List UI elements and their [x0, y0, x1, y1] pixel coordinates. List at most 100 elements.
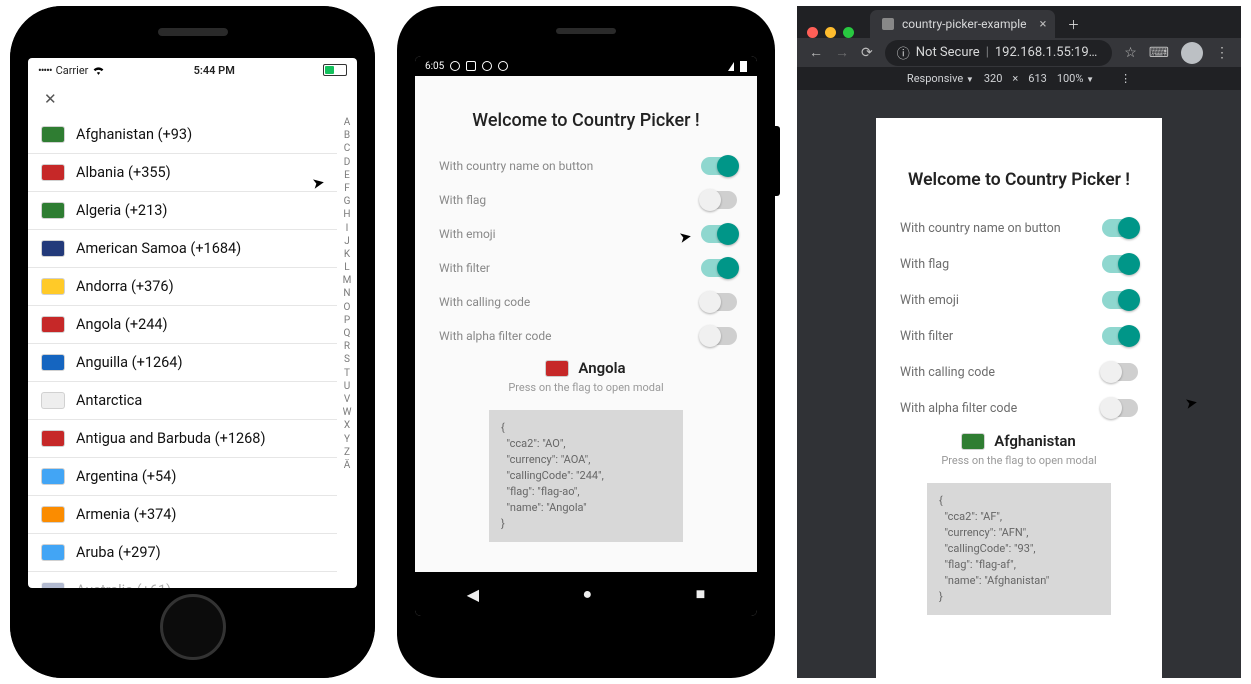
- window-close-icon[interactable]: [807, 27, 818, 38]
- carrier-label: ••••• Carrier: [38, 64, 105, 77]
- alpha-letter[interactable]: V: [344, 395, 350, 405]
- browser-tab-strip: country-picker-example × ＋: [797, 6, 1241, 38]
- nav-forward-icon: →: [835, 44, 849, 61]
- country-row[interactable]: Angola (+244): [28, 306, 337, 344]
- alpha-letter[interactable]: E: [344, 171, 350, 181]
- alpha-letter[interactable]: Y: [344, 435, 350, 445]
- close-button[interactable]: ✕: [28, 82, 357, 116]
- option-row: With filter: [437, 251, 739, 285]
- page-title: Welcome to Country Picker !: [472, 110, 699, 131]
- status-icon: [498, 61, 508, 71]
- toggle-switch[interactable]: [1102, 255, 1138, 273]
- country-row[interactable]: Aruba (+297): [28, 534, 337, 572]
- devtools-more-icon[interactable]: ⋮: [1120, 72, 1131, 85]
- country-label: Algeria (+213): [76, 202, 167, 219]
- country-label: Andorra (+376): [76, 278, 174, 295]
- alpha-letter[interactable]: S: [344, 355, 350, 365]
- country-label: Armenia (+374): [76, 506, 176, 523]
- alpha-letter[interactable]: A: [344, 118, 351, 128]
- window-controls[interactable]: [807, 27, 854, 38]
- home-button[interactable]: ●: [582, 584, 592, 604]
- flag-icon: [962, 434, 984, 449]
- toggle-switch[interactable]: [1102, 219, 1138, 237]
- country-row[interactable]: Anguilla (+1264): [28, 344, 337, 382]
- profile-avatar[interactable]: [1181, 42, 1203, 64]
- country-list[interactable]: Afghanistan (+93)Albania (+355) Algeria (…: [28, 116, 337, 588]
- window-minimize-icon[interactable]: [825, 27, 836, 38]
- toggle-switch[interactable]: [701, 191, 737, 209]
- country-row[interactable]: Argentina (+54): [28, 458, 337, 496]
- bookmark-icon[interactable]: ☆: [1124, 45, 1137, 61]
- zoom-select[interactable]: 100% ▼: [1057, 72, 1094, 85]
- back-button[interactable]: ◀: [467, 585, 479, 604]
- option-label: With calling code: [439, 295, 530, 309]
- alpha-letter[interactable]: P: [344, 316, 350, 326]
- alpha-letter[interactable]: O: [344, 303, 351, 313]
- alpha-letter[interactable]: I: [346, 224, 349, 234]
- alpha-letter[interactable]: Z: [344, 448, 350, 458]
- option-label: With filter: [439, 261, 490, 275]
- alpha-letter[interactable]: J: [344, 237, 350, 247]
- ios-home-button[interactable]: [160, 594, 226, 660]
- alpha-letter[interactable]: F: [344, 184, 350, 194]
- flag-icon: [42, 241, 64, 256]
- alpha-letter[interactable]: M: [343, 276, 352, 286]
- alpha-letter[interactable]: C: [344, 144, 351, 154]
- devtools-device-toolbar[interactable]: Responsive ▼ 320 × 613 100% ▼ ⋮: [797, 67, 1241, 90]
- country-row[interactable]: Algeria (+213): [28, 192, 337, 230]
- alpha-letter[interactable]: G: [344, 197, 351, 207]
- toggle-switch[interactable]: [701, 157, 737, 175]
- window-maximize-icon[interactable]: [843, 27, 854, 38]
- toggle-switch[interactable]: [1102, 399, 1138, 417]
- overflow-menu-icon[interactable]: ⋮: [1215, 45, 1229, 61]
- country-picker-button[interactable]: Angola: [546, 359, 625, 377]
- alpha-letter[interactable]: D: [344, 158, 351, 168]
- options-list: With country name on buttonWith flagWith…: [900, 210, 1138, 426]
- battery-icon: [740, 61, 747, 72]
- viewport-width[interactable]: 320: [984, 72, 1003, 85]
- alpha-letter[interactable]: U: [344, 382, 350, 392]
- viewport-height[interactable]: 613: [1028, 72, 1047, 85]
- cast-icon[interactable]: ⌨: [1149, 45, 1169, 61]
- device-mode-select[interactable]: Responsive ▼: [907, 72, 974, 85]
- flag-icon: [42, 583, 64, 588]
- new-tab-button[interactable]: ＋: [1061, 10, 1087, 38]
- android-device-frame: ➤ 6:05 Welcome to Country Picker ! With …: [397, 6, 775, 678]
- alpha-letter[interactable]: H: [343, 210, 350, 220]
- country-row[interactable]: Albania (+355): [28, 154, 337, 192]
- toggle-switch[interactable]: [1102, 327, 1138, 345]
- toggle-switch[interactable]: [701, 225, 737, 243]
- country-row[interactable]: Afghanistan (+93): [28, 116, 337, 154]
- alpha-letter[interactable]: L: [344, 263, 349, 273]
- toggle-switch[interactable]: [701, 327, 737, 345]
- recent-apps-button[interactable]: ■: [696, 584, 706, 604]
- address-bar[interactable]: ⓘ Not Secure | 192.168.1.55:19…: [885, 40, 1112, 66]
- option-label: With flag: [439, 193, 486, 207]
- alpha-letter[interactable]: R: [344, 342, 350, 352]
- alpha-letter[interactable]: N: [343, 289, 350, 299]
- alpha-letter[interactable]: Q: [344, 329, 351, 339]
- alpha-letter[interactable]: K: [344, 250, 350, 260]
- close-tab-icon[interactable]: ×: [1040, 17, 1047, 32]
- browser-tab[interactable]: country-picker-example ×: [870, 10, 1055, 38]
- country-row[interactable]: Antarctica: [28, 382, 337, 420]
- country-row[interactable]: Andorra (+376): [28, 268, 337, 306]
- alpha-scroll-index[interactable]: ABCDEFGHIJKLMNOPQRSTUVWXYZÄ: [337, 116, 357, 588]
- alpha-letter[interactable]: W: [343, 408, 352, 418]
- toggle-switch[interactable]: [701, 259, 737, 277]
- tab-title: country-picker-example: [902, 17, 1027, 31]
- toggle-switch[interactable]: [1102, 363, 1138, 381]
- country-row[interactable]: Armenia (+374): [28, 496, 337, 534]
- toggle-switch[interactable]: [1102, 291, 1138, 309]
- reload-icon[interactable]: ⟳: [861, 45, 873, 61]
- country-row[interactable]: American Samoa (+1684): [28, 230, 337, 268]
- country-row[interactable]: Australia (+61): [28, 572, 337, 588]
- alpha-letter[interactable]: Ä: [344, 461, 351, 471]
- alpha-letter[interactable]: T: [344, 369, 350, 379]
- nav-back-icon[interactable]: ←: [809, 44, 823, 61]
- alpha-letter[interactable]: B: [344, 131, 350, 141]
- toggle-switch[interactable]: [701, 293, 737, 311]
- country-picker-button[interactable]: Afghanistan: [962, 432, 1076, 450]
- alpha-letter[interactable]: X: [344, 421, 350, 431]
- country-row[interactable]: Antigua and Barbuda (+1268): [28, 420, 337, 458]
